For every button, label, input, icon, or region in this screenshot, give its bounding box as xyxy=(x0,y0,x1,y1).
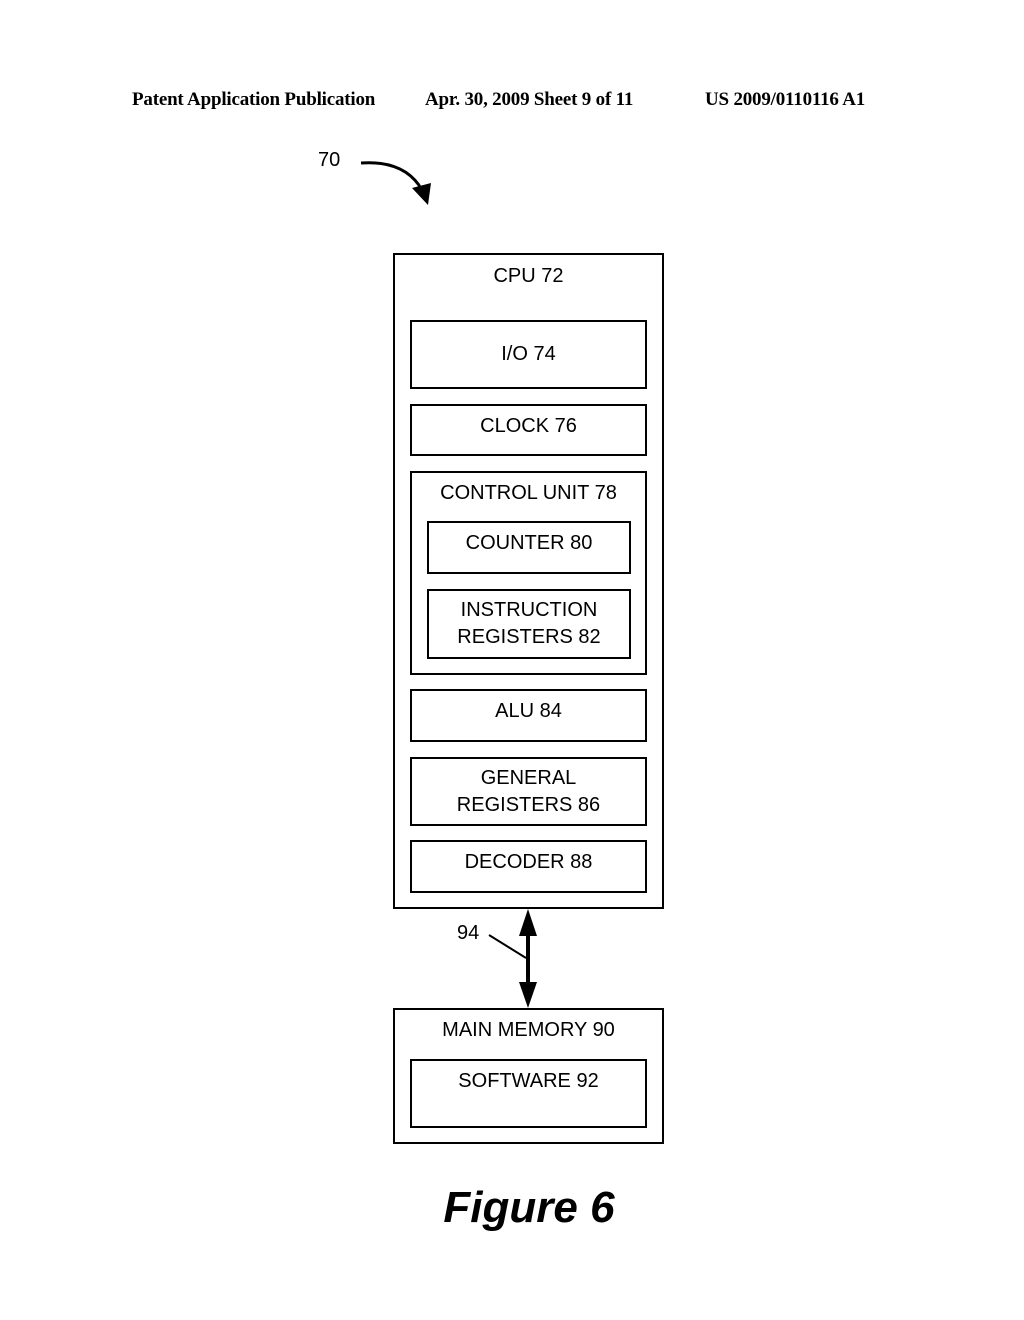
figure-caption: Figure 6 xyxy=(443,1183,615,1232)
reference-70-curved-arrow xyxy=(360,161,424,191)
reference-70-arrowhead-icon xyxy=(412,183,431,205)
bus-arrowhead-up-icon xyxy=(519,909,537,936)
bus-arrowhead-down-icon xyxy=(519,982,537,1008)
connectors-layer xyxy=(360,161,537,1008)
bus-reference-leader-line xyxy=(488,934,527,959)
